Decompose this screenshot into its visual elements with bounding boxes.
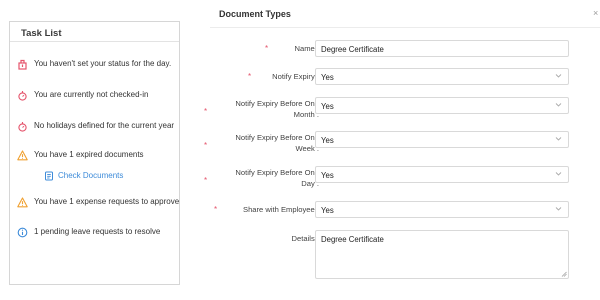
notify-day-select[interactable]: Yes [315, 166, 569, 183]
notify-month-label: * Notify Expiry Before One Month : [204, 99, 319, 119]
notify-month-value: Yes [321, 102, 334, 111]
task-item-label: You have 1 expense requests to approve [34, 197, 180, 206]
form-header: Document Types × [210, 0, 600, 28]
required-marker: * [265, 44, 269, 53]
warning-triangle-icon [17, 150, 28, 161]
required-marker: * [248, 72, 252, 81]
check-documents-label: Check Documents [58, 171, 124, 180]
required-marker: * [214, 205, 218, 214]
chevron-down-icon [555, 74, 562, 78]
notify-day-value: Yes [321, 171, 334, 180]
name-label: * Name : [265, 44, 319, 53]
share-with-employee-label: * Share with Employee : [214, 205, 319, 214]
details-textarea[interactable]: Degree Certificate [315, 230, 569, 279]
document-types-form: Document Types × * Name : Degree Certifi… [204, 0, 600, 300]
required-marker: * [204, 176, 208, 185]
details-value: Degree Certificate [321, 235, 384, 244]
notify-month-select[interactable]: Yes [315, 97, 569, 114]
warning-flag-icon [18, 59, 27, 70]
notify-week-select[interactable]: Yes [315, 131, 569, 148]
required-marker: * [204, 141, 208, 150]
notify-expiry-value: Yes [321, 73, 334, 82]
task-item-leave-requests[interactable]: 1 pending leave requests to resolve [10, 226, 179, 240]
task-item-label: You haven't set your status for the day. [34, 59, 172, 68]
chevron-down-icon [555, 207, 562, 211]
task-item-holidays[interactable]: No holidays defined for the current year [10, 120, 179, 134]
name-value: Degree Certificate [321, 45, 384, 54]
task-item-check-in[interactable]: You are currently not checked-in [10, 89, 179, 103]
task-item-status[interactable]: You haven't set your status for the day. [10, 58, 179, 72]
share-with-employee-value: Yes [321, 206, 334, 215]
stopwatch-icon [18, 91, 27, 101]
chevron-down-icon [555, 137, 562, 141]
notify-day-label: * Notify Expiry Before One Day : [204, 168, 319, 188]
check-documents-link[interactable]: Check Documents [44, 170, 164, 184]
notify-expiry-label: * Notify Expiry : [248, 72, 319, 81]
resize-grip-icon[interactable] [561, 271, 567, 277]
task-item-label: No holidays defined for the current year [34, 121, 175, 130]
warning-triangle-icon [17, 197, 28, 208]
notify-week-label: * Notify Expiry Before One Week : [204, 133, 319, 153]
task-list-title: Task List [10, 22, 179, 42]
close-icon[interactable]: × [593, 8, 598, 18]
task-item-label: 1 pending leave requests to resolve [34, 227, 161, 236]
task-item-label: You are currently not checked-in [34, 90, 149, 99]
task-item-label: You have 1 expired documents [34, 150, 144, 159]
task-item-expired-documents[interactable]: You have 1 expired documents [10, 149, 179, 163]
task-list-panel: Task List You haven't set your status fo… [9, 21, 180, 285]
task-item-expense-requests[interactable]: You have 1 expense requests to approve [10, 196, 179, 210]
name-input[interactable]: Degree Certificate [315, 40, 569, 57]
document-icon [45, 171, 53, 181]
form-title: Document Types [219, 9, 291, 19]
share-with-employee-select[interactable]: Yes [315, 201, 569, 218]
details-label: Details : [291, 234, 319, 243]
stopwatch-icon [18, 122, 27, 132]
notify-week-value: Yes [321, 136, 334, 145]
required-marker: * [204, 107, 208, 116]
chevron-down-icon [555, 103, 562, 107]
notify-expiry-select[interactable]: Yes [315, 68, 569, 85]
info-circle-icon [17, 227, 28, 238]
chevron-down-icon [555, 172, 562, 176]
